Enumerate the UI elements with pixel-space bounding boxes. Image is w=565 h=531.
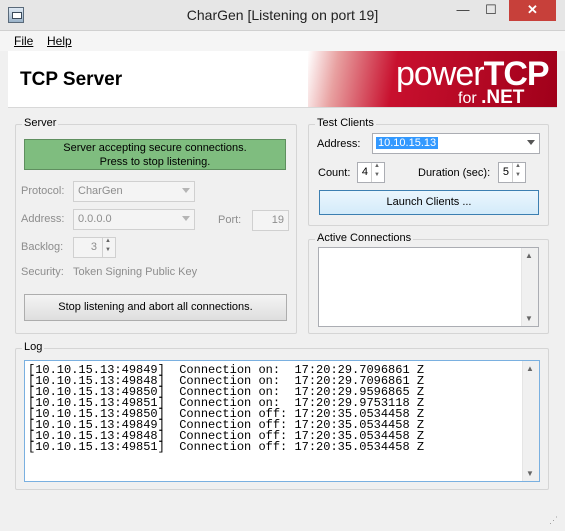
log-line: [10.10.15.13:49851] Connection off: 17:2… — [28, 440, 425, 454]
log-textbox[interactable]: [10.10.15.13:49849] Connection on: 17:20… — [24, 360, 540, 482]
log-scrollbar[interactable]: ▲ ▼ — [522, 361, 539, 481]
menu-file-label: File — [14, 34, 34, 48]
server-group-label: Server — [22, 117, 59, 129]
backlog-value: 3 — [90, 241, 97, 253]
minimize-button[interactable]: — — [450, 0, 476, 21]
page-title: TCP Server — [20, 69, 123, 90]
chevron-down-icon — [182, 216, 190, 221]
duration-value: 5 — [502, 166, 509, 178]
spinner-icon[interactable] — [371, 163, 384, 182]
scroll-down-icon[interactable]: ▼ — [525, 314, 533, 323]
status-line-1: Server accepting secure connections. — [63, 142, 247, 154]
status-line-2: Press to stop listening. — [99, 156, 211, 168]
client-address-value: 10.10.15.13 — [376, 137, 439, 149]
menu-help[interactable]: Help — [47, 34, 72, 48]
duration-stepper[interactable]: 5 — [498, 162, 526, 183]
chevron-down-icon — [527, 140, 535, 145]
menu-bar: File Help — [0, 31, 565, 51]
port-input[interactable]: 19 — [252, 210, 289, 231]
active-connections-group-label: Active Connections — [315, 232, 414, 244]
menu-help-label: Help — [47, 34, 72, 48]
brand-sub-bold: .NET — [481, 87, 525, 108]
resize-grip-icon[interactable]: ⋰ — [549, 515, 561, 527]
protocol-select[interactable]: CharGen — [73, 181, 195, 202]
maximize-button[interactable]: ☐ — [478, 0, 504, 21]
backlog-label: Backlog: — [21, 241, 64, 253]
server-address-select[interactable]: 0.0.0.0 — [73, 209, 195, 230]
duration-label: Duration (sec): — [418, 167, 491, 179]
client-address-combo[interactable]: 10.10.15.13 — [372, 133, 540, 154]
backlog-stepper[interactable]: 3 — [73, 237, 116, 258]
launch-clients-button[interactable]: Launch Clients ... — [319, 190, 539, 215]
security-value: Token Signing Public Key — [73, 266, 198, 278]
port-value: 19 — [271, 214, 284, 226]
count-stepper[interactable]: 4 — [357, 162, 385, 183]
port-label: Port: — [218, 214, 242, 226]
connections-scrollbar[interactable]: ▲ ▼ — [521, 248, 538, 326]
client-address-label: Address: — [317, 138, 361, 150]
chevron-down-icon — [182, 188, 190, 193]
header-banner: TCP Server powerTCP for .NET — [8, 51, 557, 108]
count-label: Count: — [318, 167, 351, 179]
menu-file[interactable]: File — [14, 34, 33, 48]
active-connections-list[interactable]: ▲ ▼ — [318, 247, 539, 327]
server-address-value: 0.0.0.0 — [78, 213, 112, 225]
stop-listening-button[interactable]: Stop listening and abort all connections… — [24, 294, 287, 321]
brand-sub-light: for — [458, 90, 482, 107]
test-clients-group-label: Test Clients — [315, 117, 376, 129]
log-group-label: Log — [22, 341, 45, 353]
brand-sub: for .NET — [458, 87, 525, 108]
protocol-label: Protocol: — [21, 185, 65, 197]
close-button[interactable]: ✕ — [509, 0, 556, 21]
server-status-button[interactable]: Server accepting secure connections. Pre… — [24, 139, 286, 170]
protocol-value: CharGen — [78, 185, 123, 197]
title-bar: CharGen [Listening on port 19] — ☐ ✕ — [0, 0, 565, 31]
spinner-icon[interactable] — [512, 163, 525, 182]
scroll-up-icon[interactable]: ▲ — [525, 251, 533, 260]
scroll-up-icon[interactable]: ▲ — [526, 364, 534, 373]
security-label: Security: — [21, 266, 64, 278]
scroll-down-icon[interactable]: ▼ — [526, 469, 534, 478]
count-value: 4 — [361, 166, 368, 178]
address-label: Address: — [21, 213, 65, 225]
spinner-icon[interactable] — [102, 238, 115, 257]
